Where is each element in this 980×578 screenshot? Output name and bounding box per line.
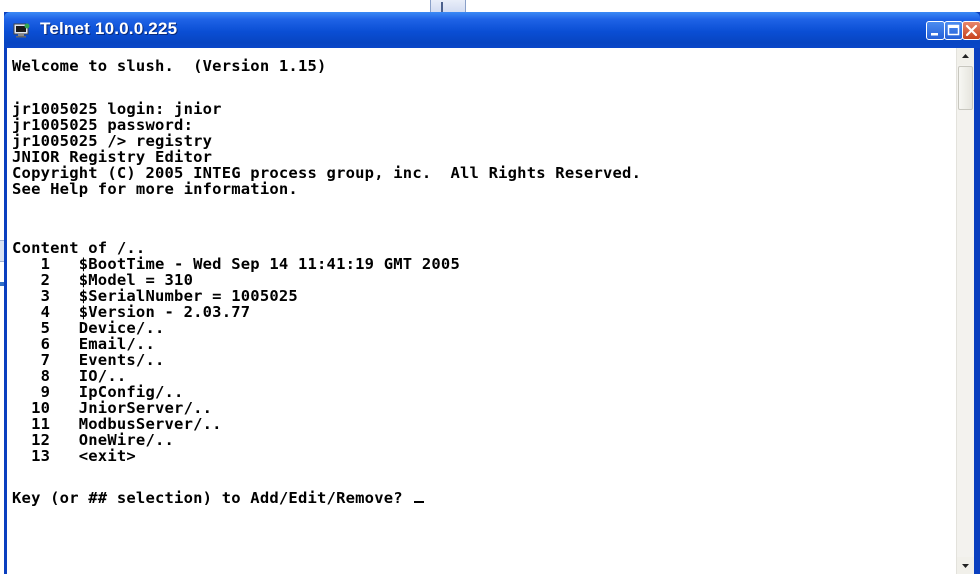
telnet-icon[interactable]	[13, 22, 31, 38]
arrow-up-icon	[962, 54, 969, 58]
terminal-line: 10 JniorServer/..	[12, 399, 213, 417]
terminal-line: See Help for more information.	[12, 180, 298, 198]
terminal-line: jr1005025 password:	[12, 116, 194, 134]
maximize-button[interactable]	[944, 21, 963, 40]
terminal-output[interactable]: Welcome to slush. (Version 1.15) jr10050…	[7, 48, 953, 574]
terminal-line: 13 <exit>	[12, 447, 136, 465]
terminal-line: 6 Email/..	[12, 335, 155, 353]
telnet-window: Telnet 10.0.0.225 Welcome to slush. (Ver…	[4, 12, 980, 574]
vertical-scrollbar[interactable]	[956, 48, 974, 574]
terminal-line: JNIOR Registry Editor	[12, 148, 213, 166]
close-icon	[965, 24, 978, 37]
window-title: Telnet 10.0.0.225	[40, 19, 178, 38]
terminal-line: Content of /..	[12, 239, 146, 257]
minimize-button[interactable]	[926, 21, 945, 40]
terminal-line: 1 $BootTime - Wed Sep 14 11:41:19 GMT 20…	[12, 255, 460, 273]
terminal-line: jr1005025 /> registry	[12, 132, 213, 150]
title-bar[interactable]: Telnet 10.0.0.225	[4, 12, 980, 48]
terminal-prompt-line: Key (or ## selection) to Add/Edit/Remove…	[12, 489, 425, 507]
close-button[interactable]	[962, 21, 980, 40]
terminal-line: 3 $SerialNumber = 1005025	[12, 287, 298, 305]
terminal-line: 5 Device/..	[12, 319, 165, 337]
maximize-icon	[947, 24, 960, 36]
scrollbar-thumb[interactable]	[958, 66, 973, 110]
terminal-line: jr1005025 login: jnior	[12, 100, 222, 118]
minimize-icon	[931, 33, 938, 36]
terminal-line: 4 $Version - 2.03.77	[12, 303, 251, 321]
terminal-line: 8 IO/..	[12, 367, 127, 385]
scroll-up-button[interactable]	[957, 48, 974, 65]
terminal-line: 12 OneWire/..	[12, 431, 175, 449]
terminal-line: Copyright (C) 2005 INTEG process group, …	[12, 164, 642, 182]
terminal-line: 7 Events/..	[12, 351, 165, 369]
scroll-down-button[interactable]	[957, 557, 974, 574]
text-cursor	[414, 501, 425, 503]
terminal-line: 2 $Model = 310	[12, 271, 194, 289]
terminal-prompt: Key (or ## selection) to Add/Edit/Remove…	[12, 489, 413, 507]
terminal-line: 11 ModbusServer/..	[12, 415, 222, 433]
arrow-down-icon	[962, 564, 969, 568]
terminal-line: Welcome to slush. (Version 1.15)	[12, 57, 327, 75]
terminal-line: 9 IpConfig/..	[12, 383, 184, 401]
window-client-area: Welcome to slush. (Version 1.15) jr10050…	[7, 48, 974, 574]
